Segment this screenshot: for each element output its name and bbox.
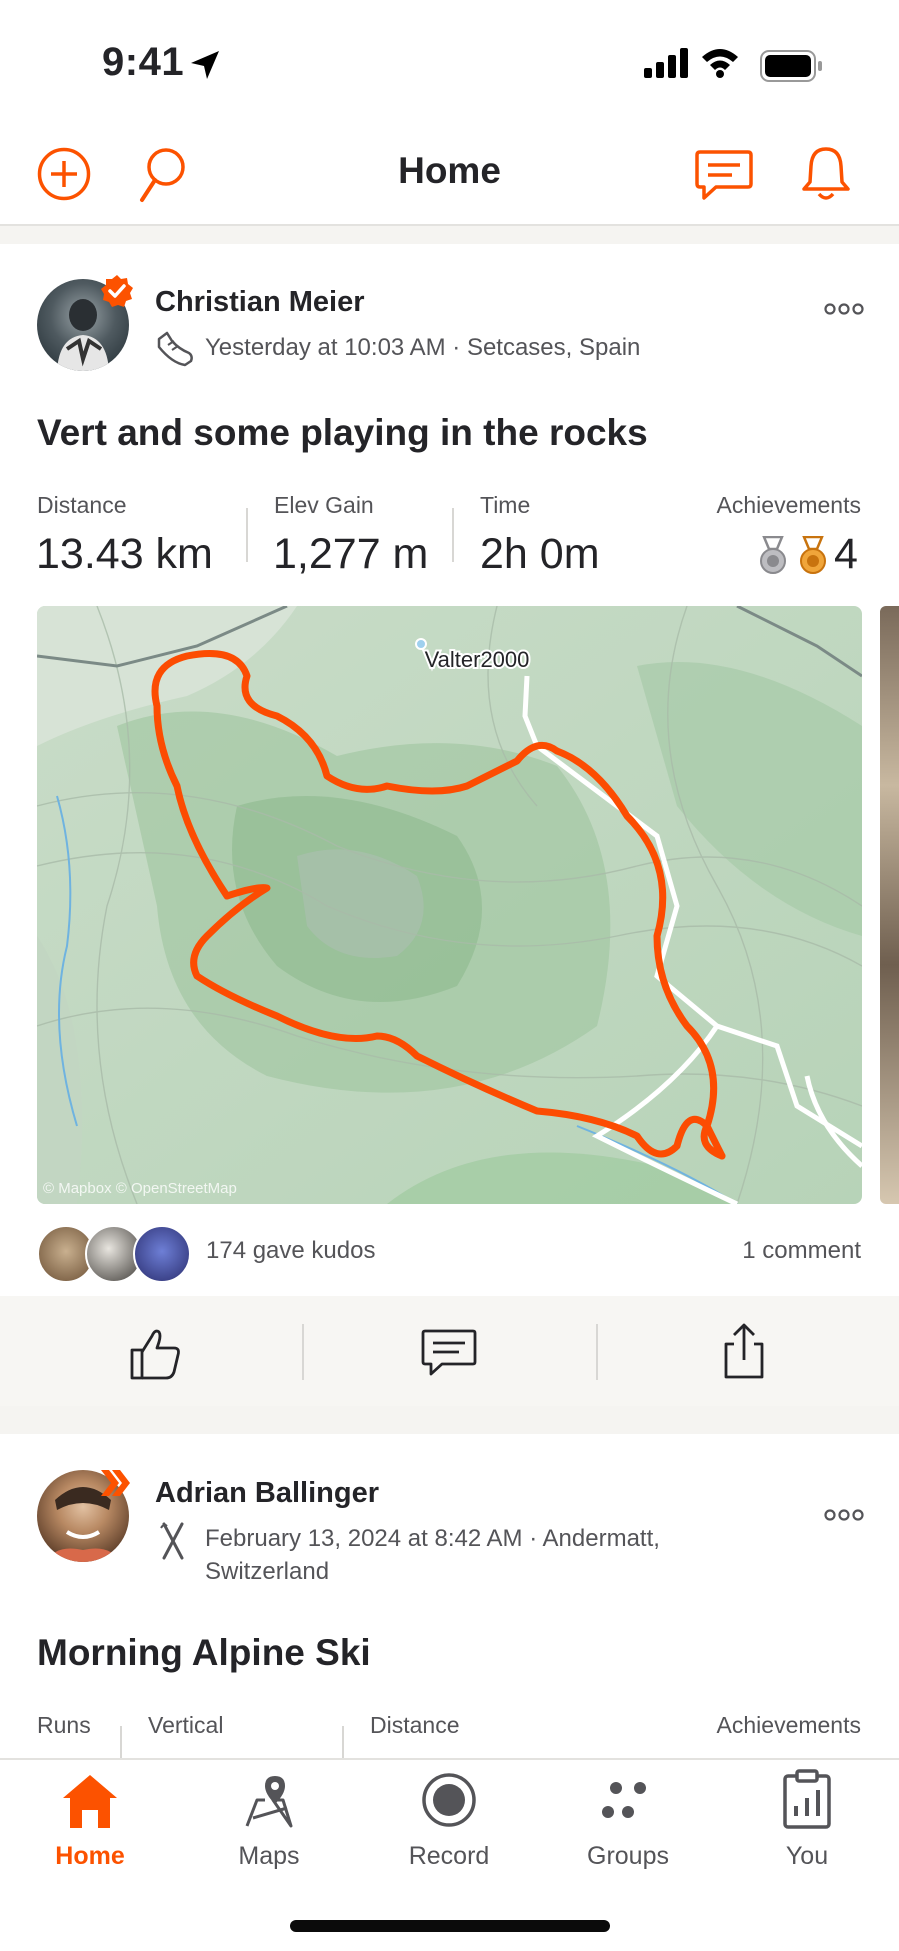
notifications-bell-icon[interactable]: [800, 144, 852, 204]
action-divider: [596, 1324, 598, 1380]
location-arrow-icon: [191, 51, 219, 79]
stat-distance-value: 13.43 km: [36, 530, 213, 578]
athlete-name[interactable]: Adrian Ballinger: [155, 1477, 379, 1510]
stat-time-label: Time: [480, 492, 531, 518]
ski-icon: [160, 1522, 184, 1560]
stat-elev-value: 1,277 m: [273, 530, 429, 578]
tab-you[interactable]: You: [737, 1762, 877, 1872]
map-place-label: Valter2000: [425, 647, 530, 672]
tab-record-label: Record: [408, 1842, 490, 1870]
stat-runs-label: Runs: [37, 1712, 91, 1738]
stat-divider: [452, 508, 454, 562]
athlete-name[interactable]: Christian Meier: [155, 286, 365, 319]
comment-icon[interactable]: [420, 1328, 478, 1378]
route-map-graphic: Valter2000 © Mapbox © OpenStreetMap: [37, 606, 862, 1204]
tab-home[interactable]: Home: [20, 1762, 160, 1872]
tab-home-label: Home: [55, 1842, 125, 1870]
silver-medal-icon: [760, 536, 786, 574]
search-icon[interactable]: [136, 146, 188, 204]
activity-meta: February 13, 2024 at 8:42 AM · Andermatt…: [205, 1525, 660, 1552]
route-map[interactable]: Valter2000 © Mapbox © OpenStreetMap: [37, 606, 862, 1204]
messages-icon[interactable]: [694, 148, 754, 202]
verified-badge-icon: [101, 275, 133, 307]
battery-icon: [760, 50, 822, 82]
bronze-medal-icon: [800, 536, 826, 574]
stat-distance-label: Distance: [37, 492, 127, 518]
subscriber-chevrons-icon: [101, 1470, 130, 1496]
activity-title[interactable]: Vert and some playing in the rocks: [37, 412, 648, 454]
map-pin-icon: [245, 1776, 293, 1828]
profile-chart-icon: [783, 1769, 831, 1829]
activity-meta-location: Switzerland: [205, 1558, 330, 1585]
stat-divider: [246, 508, 248, 562]
tab-groups[interactable]: Groups: [558, 1762, 698, 1872]
home-icon: [63, 1775, 117, 1828]
stat-distance-label: Distance: [370, 1712, 460, 1738]
record-icon: [422, 1773, 476, 1827]
next-photo-preview[interactable]: [880, 606, 899, 1204]
achievements-label: Achievements: [716, 1712, 861, 1738]
kudos-thumbs-up-icon[interactable]: [128, 1326, 184, 1382]
tab-record[interactable]: Record: [379, 1762, 519, 1872]
groups-icon: [602, 1782, 646, 1818]
cellular-signal-icon: [644, 48, 688, 78]
comment-count[interactable]: 1 comment: [742, 1237, 861, 1265]
achievements-label: Achievements: [716, 492, 861, 518]
stat-elev-label: Elev Gain: [274, 492, 374, 518]
kudos-avatar[interactable]: [133, 1225, 191, 1283]
kudos-count[interactable]: 174 gave kudos: [206, 1237, 375, 1265]
more-options-icon[interactable]: [824, 302, 864, 316]
action-divider: [302, 1324, 304, 1380]
page-title: Home: [398, 150, 501, 191]
achievements-count: 4: [834, 530, 858, 578]
stat-time-value: 2h 0m: [480, 530, 600, 578]
wifi-icon: [702, 49, 738, 78]
tab-you-label: You: [785, 1842, 829, 1870]
status-time: 9:41: [102, 40, 185, 84]
shoe-icon: [157, 331, 193, 367]
more-options-icon[interactable]: [824, 1508, 864, 1522]
share-icon[interactable]: [722, 1322, 766, 1380]
activity-title[interactable]: Morning Alpine Ski: [37, 1632, 371, 1674]
tab-groups-label: Groups: [587, 1842, 669, 1870]
activity-meta: Yesterday at 10:03 AM · Setcases, Spain: [205, 334, 641, 361]
tab-maps-label: Maps: [238, 1842, 300, 1870]
add-activity-icon[interactable]: [36, 146, 92, 202]
map-attribution: © Mapbox © OpenStreetMap: [43, 1180, 237, 1197]
status-bar: 9:41: [0, 0, 899, 120]
tab-maps[interactable]: Maps: [199, 1762, 339, 1872]
activity-actions: [0, 1296, 899, 1406]
home-indicator[interactable]: [290, 1920, 610, 1932]
stat-vertical-label: Vertical: [148, 1712, 224, 1738]
